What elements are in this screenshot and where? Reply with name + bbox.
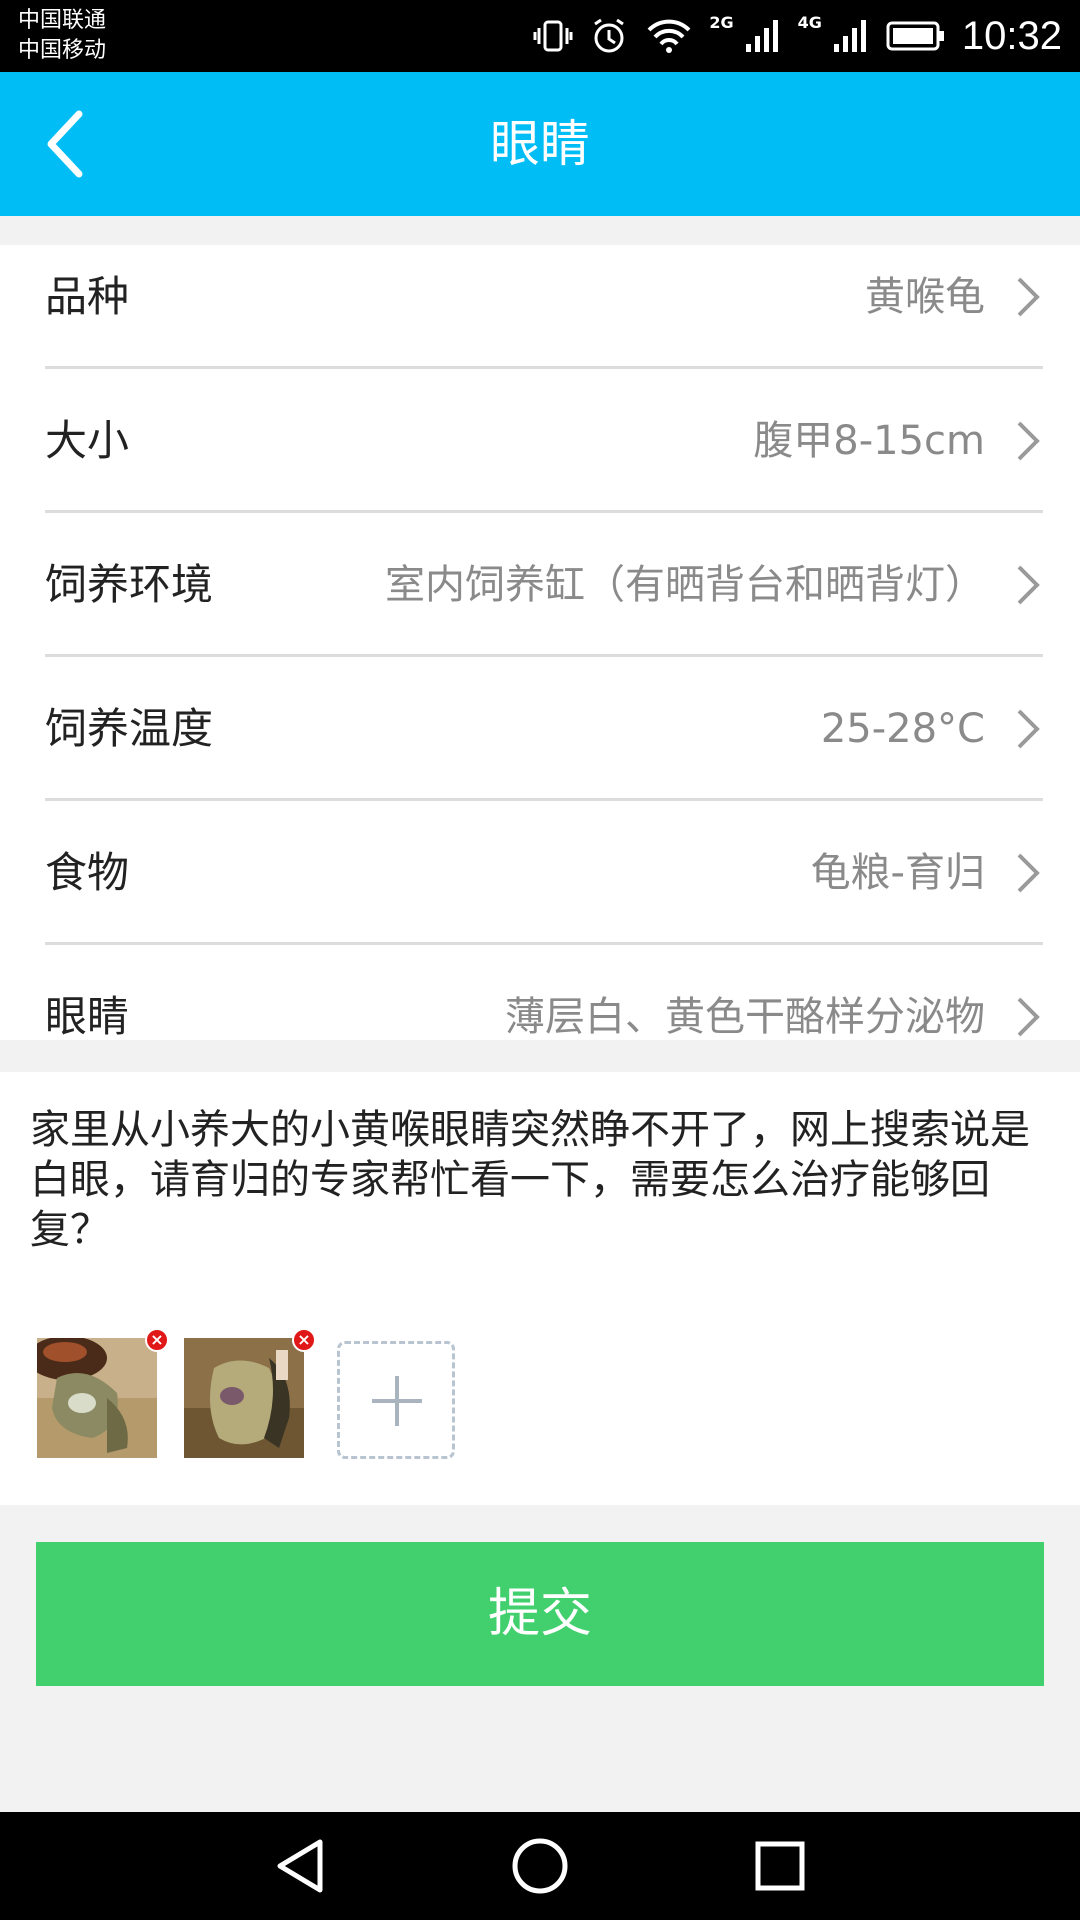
- info-row-label: 食物: [45, 848, 130, 897]
- submit-button[interactable]: 提交: [36, 1542, 1044, 1686]
- info-row-label: 大小: [45, 416, 130, 465]
- info-row-temperature[interactable]: 饲养温度 25-28°C: [45, 657, 1043, 801]
- plus-icon-vertical: [395, 1376, 399, 1426]
- info-row-eyes[interactable]: 眼睛 薄层白、黄色干酪样分泌物: [45, 945, 1043, 1040]
- navigation-bar: [0, 1812, 1080, 1920]
- carrier-2: 中国移动: [18, 38, 107, 63]
- info-row-value: 室内饲养缸（有晒背台和晒背灯）: [385, 562, 985, 608]
- chevron-right-icon: [1017, 277, 1040, 317]
- info-row-value: 黄喉龟: [865, 274, 985, 320]
- circle-home-icon: [512, 1838, 568, 1894]
- signal-icon-2: [830, 16, 870, 56]
- photo-thumbnail[interactable]: ×: [184, 1328, 316, 1458]
- nav-back-button[interactable]: [260, 1836, 340, 1896]
- status-icons: 2G 4G 10:32: [533, 0, 1062, 72]
- battery-icon: [886, 19, 946, 53]
- clock: 10:32: [961, 13, 1062, 58]
- chevron-right-icon: [1017, 565, 1040, 605]
- info-list: 品种 黄喉龟 大小 腹甲8-15cm 饲养环境 室内饲养缸（有晒背台和晒背灯） …: [0, 245, 1080, 1040]
- triangle-back-icon: [277, 1839, 323, 1893]
- square-recents-icon: [755, 1841, 805, 1891]
- info-row-label: 饲养环境: [45, 560, 214, 609]
- info-row-value: 腹甲8-15cm: [753, 418, 985, 464]
- chevron-right-icon: [1017, 709, 1040, 749]
- turtle-photo-2: [184, 1338, 304, 1458]
- status-bar: 中国联通 中国移动 2G 4G 10:32: [0, 0, 1080, 72]
- description-section: 家里从小养大的小黄喉眼睛突然睁不开了，网上搜索说是白眼，请育归的专家帮忙看一下，…: [0, 1072, 1080, 1505]
- info-row-food[interactable]: 食物 龟粮-育归: [45, 801, 1043, 945]
- signal-icon-1: [742, 16, 782, 56]
- app-bar: 眼睛: [0, 72, 1080, 216]
- info-row-value: 薄层白、黄色干酪样分泌物: [505, 994, 985, 1040]
- wifi-icon: [645, 16, 693, 56]
- alarm-icon: [589, 16, 629, 56]
- carrier-1: 中国联通: [18, 8, 107, 33]
- info-row-value: 25-28°C: [820, 706, 985, 752]
- description-textarea[interactable]: 家里从小养大的小黄喉眼睛突然睁不开了，网上搜索说是白眼，请育归的专家帮忙看一下，…: [30, 1105, 1050, 1255]
- turtle-photo-1: [37, 1338, 157, 1458]
- photo-thumbnail[interactable]: ×: [37, 1328, 169, 1458]
- info-row-label: 饲养温度: [45, 704, 214, 753]
- network-4g-label: 4G: [797, 12, 822, 32]
- remove-photo-icon[interactable]: ×: [145, 1328, 169, 1352]
- info-row-breed[interactable]: 品种 黄喉龟: [45, 245, 1043, 369]
- chevron-right-icon: [1017, 421, 1040, 461]
- info-row-value: 龟粮-育归: [810, 850, 985, 896]
- nav-recents-button[interactable]: [740, 1836, 820, 1896]
- chevron-right-icon: [1017, 853, 1040, 893]
- remove-photo-icon[interactable]: ×: [292, 1328, 316, 1352]
- nav-home-button[interactable]: [500, 1836, 580, 1896]
- add-photo-button[interactable]: [337, 1341, 455, 1459]
- info-row-size[interactable]: 大小 腹甲8-15cm: [45, 369, 1043, 513]
- carrier-names: 中国联通 中国移动: [18, 6, 106, 66]
- info-row-environment[interactable]: 饲养环境 室内饲养缸（有晒背台和晒背灯）: [45, 513, 1043, 657]
- page-title: 眼睛: [490, 115, 590, 173]
- info-row-label: 眼睛: [45, 992, 130, 1040]
- chevron-right-icon: [1017, 997, 1040, 1037]
- info-row-label: 品种: [45, 272, 130, 321]
- vibrate-icon: [533, 16, 573, 56]
- network-2g-label: 2G: [709, 12, 734, 32]
